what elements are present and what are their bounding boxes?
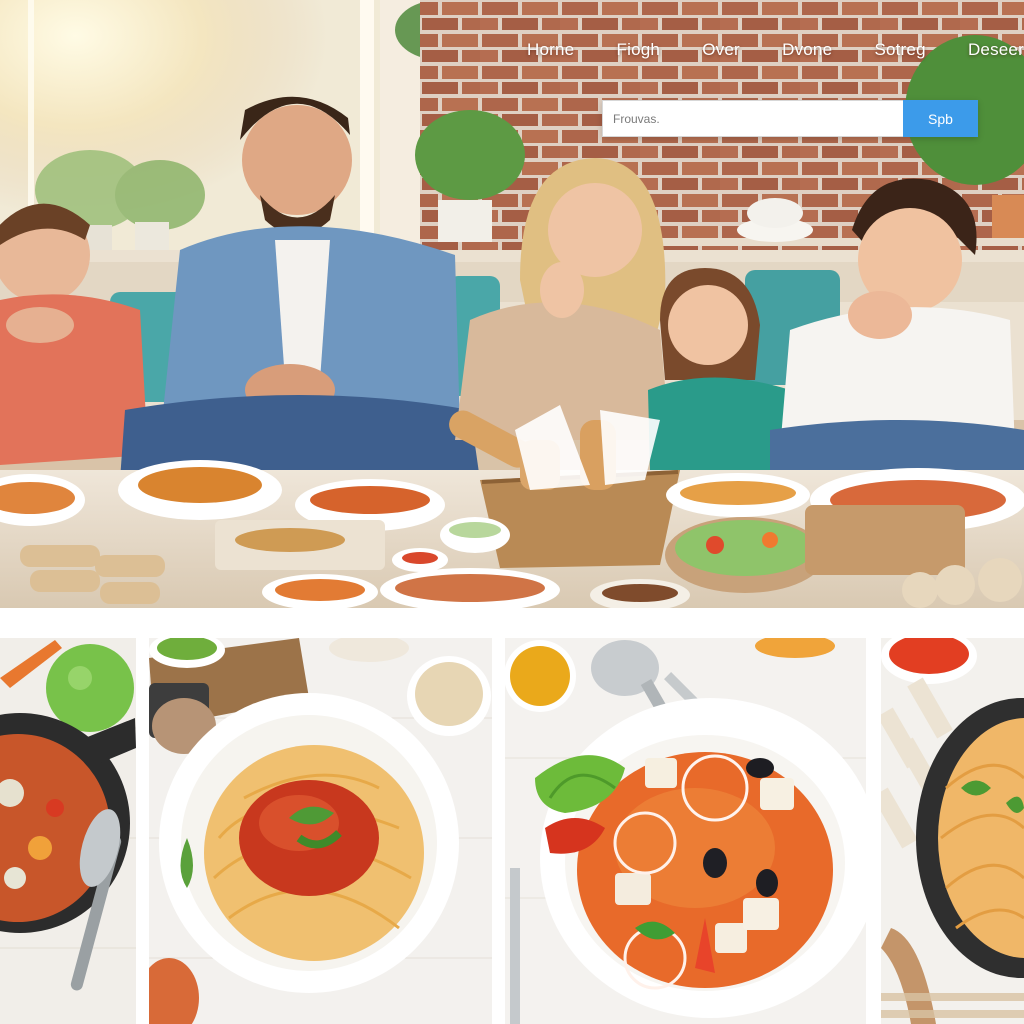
nav-item-over[interactable]: Over (702, 40, 740, 60)
dish-tile-skillet[interactable] (0, 638, 136, 1024)
tomato-soup-bowl-dish-image (505, 638, 866, 1024)
nav-item-deseer[interactable]: Deseer (968, 40, 1024, 60)
search-button[interactable]: Spb (903, 100, 978, 137)
search-input[interactable] (602, 100, 903, 137)
dish-gallery (0, 638, 1024, 1024)
stir-fry-skillet-dish-image (0, 638, 136, 1024)
dish-tile-noodles[interactable] (881, 638, 1024, 1024)
top-navigation: Horne Fiogh Over Dvone Sotreg Deseer (500, 30, 1024, 70)
nav-item-home[interactable]: Horne (527, 40, 574, 60)
hero-banner: Horne Fiogh Over Dvone Sotreg Deseer Spb (0, 0, 1024, 608)
nav-item-dvone[interactable]: Dvone (782, 40, 832, 60)
section-divider (0, 608, 1024, 638)
dish-tile-soup[interactable] (505, 638, 866, 1024)
family-dinner-hero-image (0, 0, 1024, 608)
search-bar: Spb (602, 100, 978, 137)
dish-tile-spaghetti[interactable] (149, 638, 492, 1024)
spaghetti-tomato-sauce-dish-image (149, 638, 492, 1024)
nav-item-sotreg[interactable]: Sotreg (874, 40, 925, 60)
noodles-pan-dish-image (881, 638, 1024, 1024)
nav-item-fiogh[interactable]: Fiogh (617, 40, 661, 60)
